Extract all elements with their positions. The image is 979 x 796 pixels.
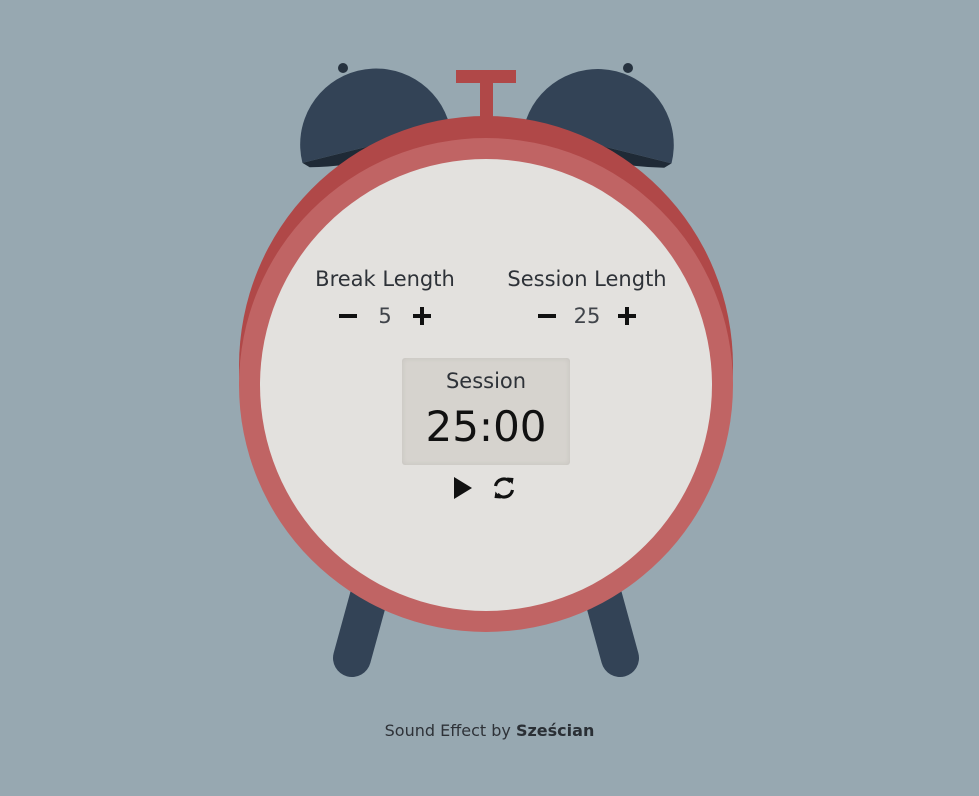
session-length-controls: 25 xyxy=(527,303,647,329)
session-length-label: Session Length xyxy=(507,267,667,291)
footer-credit: Sound Effect by Sześcian xyxy=(0,721,979,740)
footer-credit-prefix: Sound Effect by xyxy=(384,721,511,740)
timer-mode-label: Session xyxy=(445,369,527,393)
session-length-value: 25 xyxy=(573,304,601,328)
alarm-clock-app: Break Length 5 Session Length 25 Session… xyxy=(0,0,979,796)
minus-icon xyxy=(537,314,556,318)
minus-icon xyxy=(339,314,357,318)
break-increment-button[interactable] xyxy=(409,303,435,329)
plus-icon xyxy=(413,307,431,325)
break-length-label: Break Length xyxy=(315,267,455,291)
play-icon xyxy=(454,477,472,499)
break-decrement-button[interactable] xyxy=(335,303,361,329)
timer-actions xyxy=(448,474,518,502)
footer-credit-author-link[interactable]: Sześcian xyxy=(516,721,594,740)
play-button[interactable] xyxy=(448,474,476,502)
session-increment-button[interactable] xyxy=(614,303,640,329)
top-handle-stem xyxy=(480,80,493,120)
plus-icon xyxy=(618,307,637,325)
session-decrement-button[interactable] xyxy=(534,303,560,329)
reset-button[interactable] xyxy=(490,474,518,502)
break-length-controls: 5 xyxy=(330,303,440,329)
break-length-value: 5 xyxy=(378,304,392,328)
timer-display: Session 25:00 xyxy=(402,358,570,465)
timer-time: 25:00 xyxy=(425,402,547,451)
refresh-icon xyxy=(493,477,515,499)
